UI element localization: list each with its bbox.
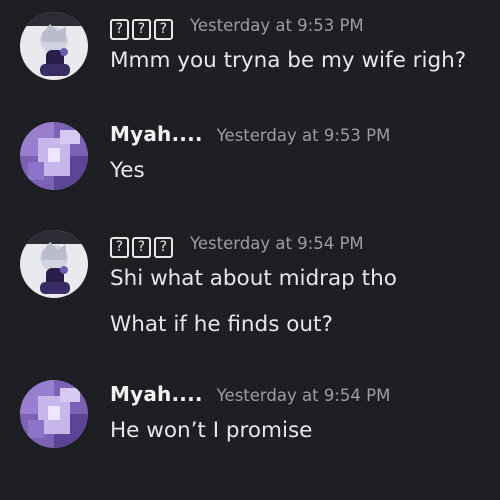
timestamp: Yesterday at 9:54 PM [216, 386, 391, 405]
message-text: He won’t I promise [110, 418, 313, 443]
avatar-user-2[interactable] [20, 122, 88, 190]
purple-aesthetic-avatar-image [20, 380, 88, 448]
unrenderable-glyph: ? [154, 19, 173, 40]
unrenderable-glyph: ? [154, 237, 173, 258]
unrenderable-glyph: ? [110, 237, 129, 258]
message-text: Mmm you tryna be my wife righ? [110, 48, 467, 73]
timestamp: Yesterday at 9:54 PM [190, 234, 364, 253]
username[interactable]: ??? [110, 230, 176, 258]
avatar-user-1[interactable] [20, 230, 88, 298]
anime-avatar-image [20, 12, 88, 80]
avatar-user-1[interactable] [20, 12, 88, 80]
unrenderable-glyph: ? [132, 237, 151, 258]
message-text: Yes [110, 158, 145, 183]
username[interactable]: Myah.... [110, 122, 203, 146]
timestamp: Yesterday at 9:53 PM [216, 126, 391, 145]
unrenderable-glyph: ? [110, 19, 129, 40]
purple-aesthetic-avatar-image [20, 122, 88, 190]
username[interactable]: ??? [110, 12, 176, 40]
timestamp: Yesterday at 9:53 PM [190, 16, 364, 35]
message-text: What if he finds out? [110, 312, 333, 337]
unrenderable-glyph: ? [132, 19, 151, 40]
avatar-user-2[interactable] [20, 380, 88, 448]
message-text: Shi what about midrap tho [110, 266, 397, 291]
username[interactable]: Myah.... [110, 382, 203, 406]
anime-avatar-image [20, 230, 88, 298]
